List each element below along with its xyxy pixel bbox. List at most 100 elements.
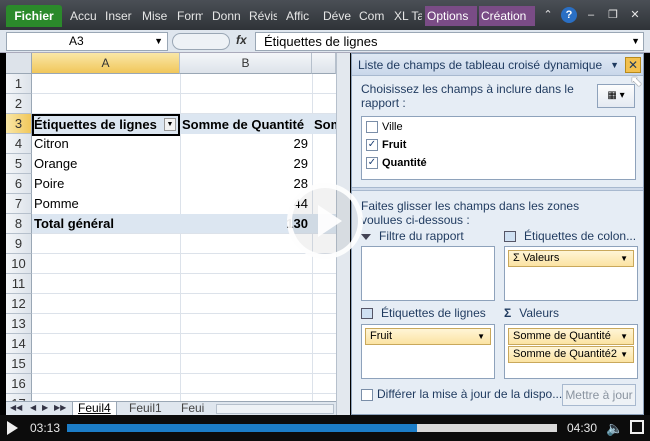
row-header[interactable]: 8 [6, 214, 32, 234]
pivot-row-value[interactable]: 29 [180, 154, 310, 174]
row-header[interactable]: 6 [6, 174, 32, 194]
tab-xl-tools[interactable]: XL Ta [392, 6, 422, 26]
pivot-value-header[interactable]: Somme de Quantité [180, 115, 312, 135]
pivot-row-value[interactable]: 28 [180, 174, 310, 194]
chip-dropdown-icon[interactable]: ▼ [620, 329, 628, 344]
file-tab[interactable]: Fichier [6, 5, 62, 27]
row-header[interactable]: 5 [6, 154, 32, 174]
row-header[interactable]: 3 [6, 114, 32, 134]
chip-label: Valeurs [522, 252, 560, 264]
collapse-ribbon-icon[interactable]: ⌃ [540, 7, 556, 23]
tab-design[interactable]: Création [479, 6, 535, 26]
row-header[interactable]: 4 [6, 134, 32, 154]
grid-line [32, 333, 336, 334]
row-header[interactable]: 12 [6, 294, 32, 314]
values-drop-zone[interactable]: Somme de Quantité ▼ Somme de Quantité2 ▼ [504, 324, 638, 379]
formula-input[interactable]: Étiquettes de lignes ▼ [255, 32, 644, 51]
panel-menu-chevron-icon[interactable]: ▼ [610, 54, 619, 76]
active-cell-outline [32, 114, 180, 136]
fruit-chip[interactable]: Fruit ▼ [365, 328, 491, 345]
tab-comments[interactable]: Com [357, 6, 385, 26]
tab-formulas[interactable]: Form [175, 6, 203, 26]
row-header[interactable]: 2 [6, 94, 32, 114]
pivot-row-value[interactable]: 29 [180, 134, 310, 154]
tab-options[interactable]: Options [425, 6, 477, 26]
column-header-c[interactable] [312, 53, 336, 74]
row-header[interactable]: 7 [6, 194, 32, 214]
row-header[interactable]: 1 [6, 74, 32, 94]
tab-insert[interactable]: Inser [103, 6, 133, 26]
defer-update-checkbox[interactable] [361, 388, 373, 401]
restore-icon[interactable]: ❐ [605, 7, 621, 23]
tab-review[interactable]: Révis [247, 6, 277, 26]
minimize-icon[interactable]: – [583, 7, 599, 23]
pivot-grand-total-label[interactable]: Total général [32, 214, 180, 234]
sheet-tab-feuil1[interactable]: Feuil1 [124, 402, 167, 416]
values-chip[interactable]: Σ Valeurs ▼ [508, 250, 634, 267]
chip-dropdown-icon[interactable]: ▼ [477, 329, 485, 344]
volume-icon[interactable]: 🔈 [606, 420, 623, 437]
sheet-tab-bar: ◀◀ ◀ ▶ ▶▶ Feuil4 Feuil1 Feui [6, 401, 336, 416]
tab-home[interactable]: Accu [68, 6, 96, 26]
column-header-b[interactable]: B [180, 53, 312, 74]
choose-fields-text: Choisissez les champs à inclure dans le … [361, 82, 574, 110]
last-sheet-icon[interactable]: ▶▶ [54, 403, 66, 412]
row-labels-drop-zone[interactable]: Fruit ▼ [361, 324, 495, 379]
chevron-down-icon[interactable]: ▼ [154, 33, 163, 50]
prev-sheet-icon[interactable]: ◀ [30, 403, 36, 412]
row-header[interactable]: 14 [6, 334, 32, 354]
name-box[interactable]: A3 ▼ [6, 32, 168, 51]
sheet-tab-feuil4[interactable]: Feuil4 [72, 402, 117, 416]
row-header[interactable]: 15 [6, 354, 32, 374]
seek-bar[interactable] [67, 424, 557, 432]
update-button[interactable]: Mettre à jour [562, 384, 636, 406]
row-header[interactable]: 16 [6, 374, 32, 394]
pivot-row-label[interactable]: Orange [32, 154, 180, 174]
field-checkbox[interactable] [366, 121, 378, 134]
chip-dropdown-icon[interactable]: ▼ [620, 347, 628, 362]
expand-formula-icon[interactable]: ▼ [631, 33, 640, 50]
chip-dropdown-icon[interactable]: ▼ [620, 251, 628, 266]
column-header-a[interactable]: A [32, 53, 180, 74]
sum-quantity2-chip[interactable]: Somme de Quantité2 ▼ [508, 346, 634, 363]
help-icon[interactable]: ? [561, 7, 577, 23]
field-layout-icon: ▦ ▾ [607, 90, 625, 101]
row-header[interactable]: 13 [6, 314, 32, 334]
select-all-corner[interactable] [6, 53, 32, 74]
field-checkbox-checked[interactable]: ✓ [366, 157, 378, 170]
column-labels-icon [504, 231, 516, 243]
column-labels-zone-label: Étiquettes de colon... [504, 228, 636, 244]
row-header[interactable]: 9 [6, 234, 32, 254]
row-header[interactable]: 10 [6, 254, 32, 274]
insert-function-icon[interactable]: fx [236, 33, 247, 47]
field-item-fruit[interactable]: ✓ Fruit [366, 137, 406, 153]
panel-close-icon[interactable]: ✕ [625, 57, 641, 73]
tab-view[interactable]: Affic [284, 6, 314, 26]
close-window-icon[interactable]: ✕ [627, 7, 643, 23]
report-filter-drop-zone[interactable] [361, 246, 495, 301]
row-header[interactable]: 17 [6, 394, 32, 401]
tab-developer[interactable]: Déve [321, 6, 351, 26]
video-play-overlay-button[interactable] [287, 183, 363, 259]
field-checkbox-checked[interactable]: ✓ [366, 139, 378, 152]
pivot-value2-header[interactable]: Som [312, 115, 336, 135]
column-labels-drop-zone[interactable]: Σ Valeurs ▼ [504, 246, 638, 301]
fullscreen-icon[interactable] [630, 420, 644, 434]
horizontal-scrollbar[interactable] [216, 404, 334, 414]
row-header[interactable]: 11 [6, 274, 32, 294]
pivot-row-label[interactable]: Citron [32, 134, 180, 154]
pivot-row-label[interactable]: Poire [32, 174, 180, 194]
sheet-tab-partial[interactable]: Feui [176, 402, 212, 416]
play-button[interactable] [7, 421, 18, 435]
first-sheet-icon[interactable]: ◀◀ [10, 403, 22, 412]
panel-splitter[interactable] [352, 187, 643, 191]
field-item-ville[interactable]: Ville [366, 119, 403, 135]
defer-update-option[interactable]: Différer la mise à jour de la dispo... [361, 387, 562, 401]
field-item-quantite[interactable]: ✓ Quantité [366, 155, 427, 171]
next-sheet-icon[interactable]: ▶ [42, 403, 48, 412]
sum-quantity-chip[interactable]: Somme de Quantité ▼ [508, 328, 634, 345]
field-label: Ville [382, 121, 403, 133]
tab-data[interactable]: Donn [210, 6, 240, 26]
tab-page-layout[interactable]: Mise [140, 6, 168, 26]
pivot-row-label[interactable]: Pomme [32, 194, 180, 214]
